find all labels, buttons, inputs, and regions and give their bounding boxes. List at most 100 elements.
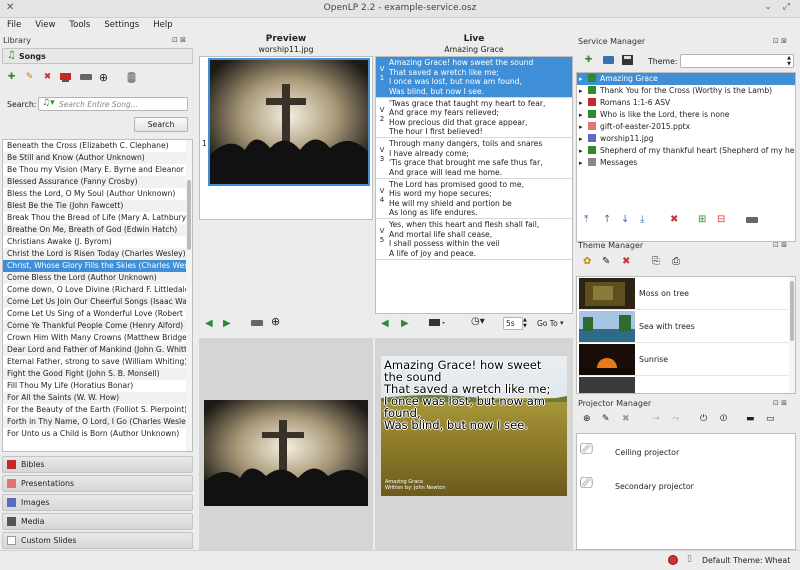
- database-icon[interactable]: [126, 72, 137, 83]
- service-item[interactable]: ▸ Amazing Grace: [577, 73, 795, 85]
- verse-item[interactable]: V 2 'Twas grace that taught my heart to f…: [376, 98, 572, 138]
- edit-icon[interactable]: ✎: [602, 414, 610, 424]
- menu-settings[interactable]: Settings: [97, 18, 146, 30]
- blank-screen-icon[interactable]: [429, 318, 445, 329]
- expand-all-icon[interactable]: ⊞: [698, 214, 706, 225]
- edit-theme-icon[interactable]: ✎: [602, 256, 610, 267]
- library-pin-icons[interactable]: ⊡ ⊠: [172, 36, 186, 44]
- loop-timer-icon[interactable]: ◷▾: [471, 316, 485, 327]
- song-item[interactable]: For Unto us a Child is Born (Author Unkn…: [3, 428, 188, 440]
- song-item[interactable]: Come Let Us Sing of a Wonderful Love (Ro…: [3, 308, 188, 320]
- add-to-service-icon[interactable]: ⊕: [98, 72, 109, 83]
- expand-arrow-icon[interactable]: ▸: [579, 145, 588, 157]
- preview-slide-thumbnail[interactable]: [208, 58, 370, 186]
- service-item[interactable]: ▸ Messages: [577, 157, 795, 169]
- service-item[interactable]: ▸ Who is like the Lord, there is none: [577, 109, 795, 121]
- open-service-icon[interactable]: [603, 55, 614, 66]
- expand-arrow-icon[interactable]: ▸: [579, 97, 588, 109]
- expand-arrow-icon[interactable]: ▸: [579, 133, 588, 145]
- expand-arrow-icon[interactable]: ▸: [579, 121, 588, 133]
- projector-item[interactable]: ⎚ Ceiling projector: [580, 437, 790, 469]
- song-item[interactable]: Be Thou my Vision (Mary E. Byrne and Ele…: [3, 164, 188, 176]
- menu-help[interactable]: Help: [146, 18, 179, 30]
- verse-item[interactable]: V 1 Amazing Grace! how sweet the sound Tha…: [376, 57, 572, 98]
- song-item[interactable]: Christ, Whose Glory Fills the Skies (Cha…: [3, 260, 188, 272]
- service-item[interactable]: ▸ Romans 1:1-6 ASV: [577, 97, 795, 109]
- presentations-section[interactable]: Presentations: [2, 475, 193, 492]
- song-item[interactable]: Come Let Us Join Our Cheerful Songs (Isa…: [3, 296, 188, 308]
- goto-dropdown[interactable]: Go To: [537, 319, 558, 328]
- verse-item[interactable]: V 3 Through many dangers, toils and snare…: [376, 138, 572, 179]
- theme-item[interactable]: [577, 376, 795, 393]
- projector-item[interactable]: ⎚ Secondary projector: [580, 471, 790, 503]
- song-item[interactable]: Blessed Assurance (Fanny Crosby): [3, 176, 188, 188]
- song-item[interactable]: Forth in Thy Name, O Lord, I Go (Charles…: [3, 416, 188, 428]
- previous-slide-icon[interactable]: ◀: [205, 318, 213, 329]
- next-slide-icon[interactable]: ▶: [223, 318, 231, 329]
- theme-item[interactable]: Sunrise: [577, 343, 795, 376]
- verse-item[interactable]: V 4 The Lord has promised good to me, His …: [376, 179, 572, 219]
- next-slide-icon[interactable]: ▶: [401, 318, 409, 329]
- expand-arrow-icon[interactable]: ▸: [579, 73, 588, 85]
- move-up-icon[interactable]: ↑: [603, 214, 611, 225]
- move-down-icon[interactable]: ↓: [621, 214, 629, 225]
- go-live-icon[interactable]: [251, 318, 263, 329]
- song-item[interactable]: Be Still and Know (Author Unknown): [3, 152, 188, 164]
- search-button[interactable]: Search: [134, 117, 188, 132]
- song-item[interactable]: Fill Thou My Life (Horatius Bonar): [3, 380, 188, 392]
- projector-pin-icons[interactable]: ⊡ ⊠: [773, 399, 787, 407]
- media-section[interactable]: Media: [2, 513, 193, 530]
- move-top-icon[interactable]: ⤒: [584, 214, 588, 225]
- show-icon[interactable]: ▭: [766, 414, 775, 424]
- new-song-icon[interactable]: ✚: [6, 72, 17, 83]
- collapse-all-icon[interactable]: ⊟: [717, 214, 725, 225]
- song-item[interactable]: Bless the Lord, O My Soul (Author Unknow…: [3, 188, 188, 200]
- images-section[interactable]: Images: [2, 494, 193, 511]
- bibles-section[interactable]: Bibles: [2, 456, 193, 473]
- custom-slides-section[interactable]: Custom Slides: [2, 532, 193, 549]
- song-item[interactable]: Blest Be the Tie (John Fawcett): [3, 200, 188, 212]
- song-item[interactable]: Dear Lord and Father of Mankind (John G.…: [3, 344, 188, 356]
- theme-item[interactable]: Moss on tree: [577, 277, 795, 310]
- move-bottom-icon[interactable]: ⤓: [640, 214, 644, 225]
- expand-arrow-icon[interactable]: ▸: [579, 85, 588, 97]
- song-item[interactable]: Christ the Lord is Risen Today (Charles …: [3, 248, 188, 260]
- song-item[interactable]: Break Thou the Bread of Life (Mary A. La…: [3, 212, 188, 224]
- song-item[interactable]: Christians Awake (J. Byrom): [3, 236, 188, 248]
- power-off-icon[interactable]: ⏼: [720, 414, 727, 424]
- preview-icon[interactable]: [60, 72, 71, 83]
- service-item[interactable]: ▸ worship11.jpg: [577, 133, 795, 145]
- add-to-service-icon[interactable]: ⊕: [271, 315, 280, 328]
- disconnect-icon[interactable]: ⤳: [672, 414, 679, 424]
- song-item[interactable]: Fight the Good Fight (John S. B. Monsell…: [3, 368, 188, 380]
- power-on-icon[interactable]: ⏻: [700, 414, 707, 424]
- service-item[interactable]: ▸ Shepherd of my thankful heart (Shepherd…: [577, 145, 795, 157]
- expand-arrow-icon[interactable]: ▸: [579, 157, 588, 169]
- song-item[interactable]: For the Beauty of the Earth (Folliot S. …: [3, 404, 188, 416]
- song-item[interactable]: For All the Saints (W. W. How): [3, 392, 188, 404]
- delete-icon[interactable]: ✖: [622, 256, 630, 267]
- new-service-icon[interactable]: ✚: [583, 55, 594, 66]
- search-input[interactable]: ♫▾ Search Entire Song...: [38, 97, 188, 111]
- blank-icon[interactable]: ▬: [746, 414, 755, 424]
- expand-arrow-icon[interactable]: ▸: [579, 109, 588, 121]
- song-item[interactable]: Come down, O Love Divine (Richard F. Lit…: [3, 284, 188, 296]
- delete-icon[interactable]: ✖: [42, 72, 53, 83]
- save-service-icon[interactable]: [622, 55, 633, 66]
- song-item[interactable]: Come Bless the Lord (Author Unknown): [3, 272, 188, 284]
- delay-spinbox[interactable]: 5s: [503, 317, 523, 330]
- new-theme-icon[interactable]: ✿: [583, 256, 591, 267]
- theme-pin-icons[interactable]: ⊡ ⊠: [773, 241, 787, 249]
- go-live-icon[interactable]: [80, 72, 92, 83]
- edit-icon[interactable]: ✎: [24, 72, 35, 83]
- service-item[interactable]: ▸ Thank You for the Cross (Worthy is the …: [577, 85, 795, 97]
- add-projector-icon[interactable]: ⊕: [583, 414, 591, 424]
- delete-icon[interactable]: ✖: [670, 214, 678, 225]
- verse-item[interactable]: V 5 Yes, when this heart and flesh shall …: [376, 219, 572, 260]
- delete-icon[interactable]: ✖: [622, 414, 630, 424]
- song-item[interactable]: Come Ye Thankful People Come (Henry Alfo…: [3, 320, 188, 332]
- live-stop-icon[interactable]: [668, 555, 678, 565]
- service-item[interactable]: ▸ gift-of-easter-2015.pptx: [577, 121, 795, 133]
- songs-tab[interactable]: ♫ Songs: [2, 48, 193, 64]
- song-item[interactable]: Beneath the Cross (Elizabeth C. Clephane…: [3, 140, 188, 152]
